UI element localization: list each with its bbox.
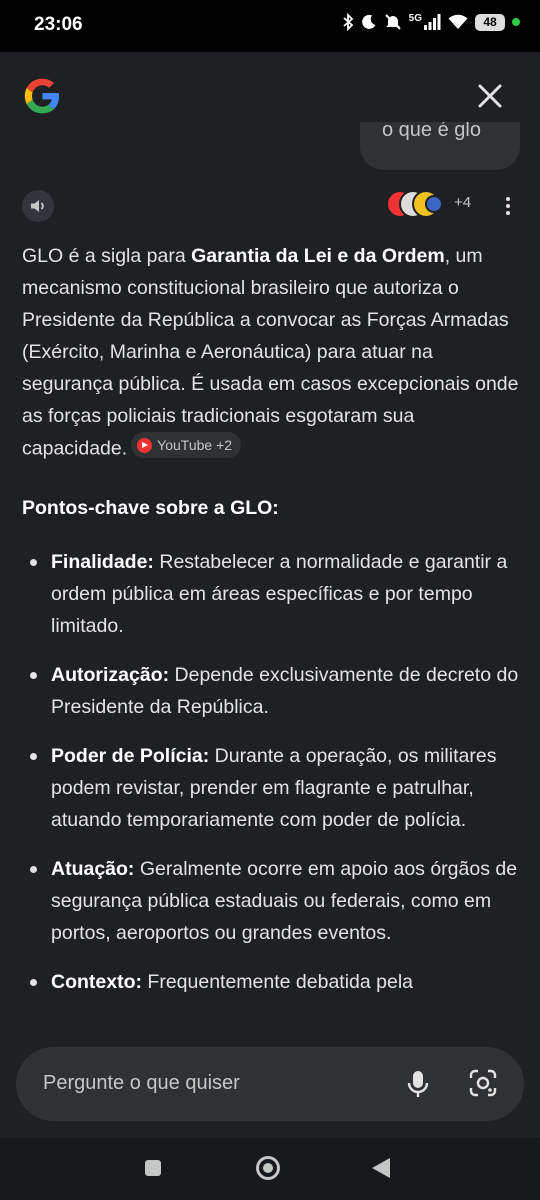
bluetooth-icon (343, 13, 353, 31)
answer-intro-post: , um mecanismo constitucional brasileiro… (22, 245, 519, 460)
status-time: 23:06 (34, 14, 83, 35)
point-text: Frequentemente debatida pela (142, 970, 414, 993)
list-item: Autorização: Depende exclusivamente de d… (22, 659, 522, 723)
close-icon[interactable] (476, 82, 504, 110)
answer-intro-pre: GLO é a sigla para (22, 245, 192, 267)
answer-subheading: Pontos-chave sobre a GLO: (22, 496, 279, 519)
list-item: Contexto: Frequentemente debatida pela (22, 966, 522, 998)
google-lens-icon[interactable] (468, 1068, 498, 1098)
answer-content: GLO é a sigla para Garantia da Lei e da … (22, 240, 522, 1040)
point-label: Autorização: (51, 663, 170, 686)
google-g-logo (24, 78, 59, 114)
status-icons: 5G 48 (342, 13, 520, 31)
gemini-overlay: o que é glo +4 GLO é a sigla para Garant… (0, 52, 540, 1138)
home-circle-icon[interactable] (256, 1156, 280, 1180)
privacy-indicator-dot (512, 18, 520, 26)
list-item: Poder de Polícia: Durante a operação, os… (22, 740, 522, 836)
source-chip[interactable]: YouTube +2 (131, 432, 242, 458)
point-label: Atuação: (51, 857, 135, 880)
youtube-icon (137, 437, 153, 453)
response-toolbar: +4 (0, 186, 540, 226)
point-label: Poder de Polícia: (51, 744, 210, 767)
sources-stack[interactable] (386, 190, 456, 220)
more-vert-icon-dot (506, 197, 510, 201)
point-label: Finalidade: (51, 550, 154, 573)
answer-intro-bold: Garantia da Lei e da Ordem (191, 245, 445, 267)
list-item: Atuação: Geralmente ocorre em apoio aos … (22, 853, 522, 949)
sources-count[interactable]: +4 (454, 194, 471, 211)
user-query-text: o que é glo (382, 122, 481, 141)
status-bar: 23:06 5G 48 (0, 0, 540, 52)
key-points-list: Finalidade: Restabelecer a normalidade e… (22, 546, 522, 998)
answer-paragraph: GLO é a sigla para Garantia da Lei e da … (22, 240, 522, 465)
speaker-button[interactable] (22, 190, 54, 222)
more-options-button[interactable] (498, 190, 518, 222)
speaker-icon (31, 200, 44, 212)
system-navigation-bar (0, 1138, 540, 1200)
wifi-icon (448, 14, 468, 29)
more-vert-icon-dot (506, 204, 510, 208)
mute-icon (384, 14, 401, 30)
back-triangle-icon[interactable] (372, 1158, 390, 1178)
battery-icon: 48 (475, 13, 505, 31)
recents-square-icon[interactable] (145, 1160, 161, 1176)
prompt-input-bar[interactable]: Pergunte o que quiser (16, 1047, 524, 1121)
mic-icon[interactable] (404, 1069, 432, 1099)
signal-icon (424, 14, 441, 30)
more-vert-icon-dot (506, 211, 510, 215)
point-label: Contexto: (51, 970, 142, 993)
source-chip-label: YouTube +2 (157, 437, 233, 453)
prompt-input-placeholder[interactable]: Pergunte o que quiser (43, 1072, 240, 1095)
list-item: Finalidade: Restabelecer a normalidade e… (22, 546, 522, 642)
moon-icon (361, 14, 376, 29)
network-type: 5G (408, 12, 422, 24)
user-query-bubble: o que é glo (360, 122, 520, 170)
source-favicon-4 (425, 195, 443, 213)
